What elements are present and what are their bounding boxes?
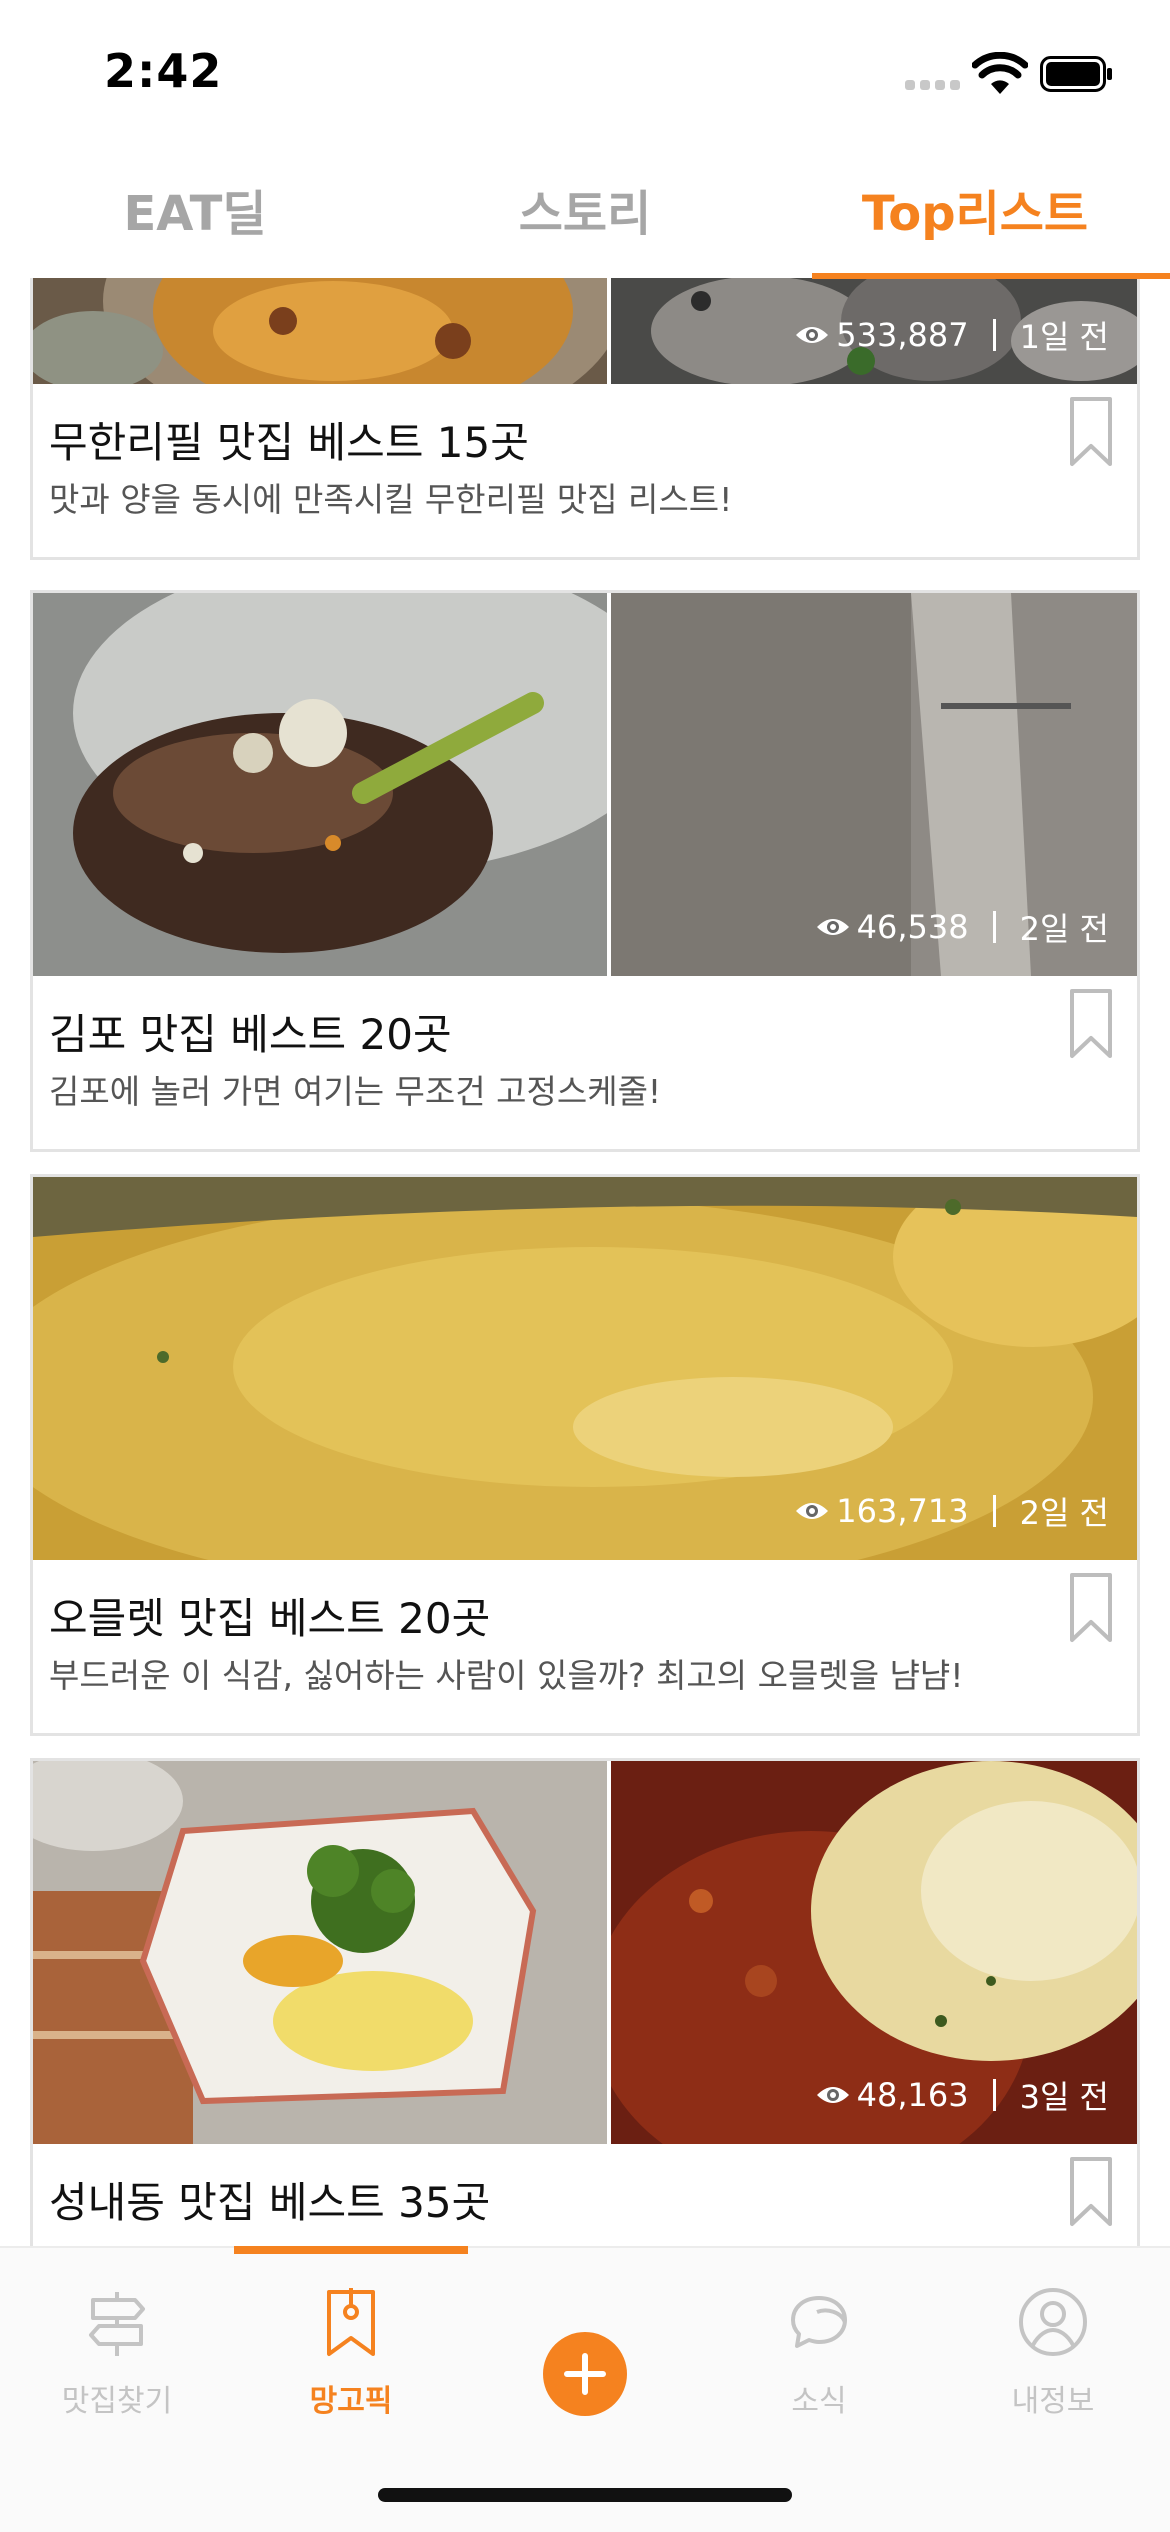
add-button[interactable] (543, 2332, 627, 2416)
eye-icon (796, 327, 829, 343)
bookmark-icon[interactable] (1069, 988, 1113, 1060)
tab-top-list[interactable]: Top리스트 (780, 140, 1170, 278)
eye-icon (796, 1503, 829, 1519)
chat-bubble-icon (791, 2296, 847, 2348)
list-card[interactable]: 533,887 1일 전 무한리필 맛집 베스트 15곳 맛과 양을 동시에 만… (30, 278, 1140, 560)
home-indicator (378, 2488, 792, 2502)
plus-icon (564, 2353, 606, 2395)
tab-story[interactable]: 스토리 (390, 140, 780, 278)
nav-item-news[interactable]: 소식 (702, 2268, 936, 2438)
stat-separator (992, 911, 996, 943)
card-title: 오믈렛 맛집 베스트 20곳 (49, 1594, 491, 1643)
stat-separator (992, 1495, 996, 1527)
cellular-signal-icon (905, 80, 961, 90)
list-card[interactable]: 163,713 2일 전 오믈렛 맛집 베스트 20곳 부드러운 이 식감, 싫… (30, 1174, 1140, 1736)
nav-label: 소식 (791, 2384, 847, 2419)
tab-eat-deal[interactable]: EAT딜 (0, 140, 390, 278)
card-title: 김포 맛집 베스트 20곳 (49, 1010, 452, 1059)
card-title: 성내동 맛집 베스트 35곳 (49, 2178, 491, 2227)
active-tab-indicator (812, 273, 1170, 279)
view-count: 46,538 (856, 908, 969, 946)
card-photo-collage: 163,713 2일 전 (33, 1177, 1137, 1560)
view-count: 48,163 (856, 2076, 969, 2114)
view-count: 533,887 (836, 316, 969, 354)
status-bar: 2:42 (0, 0, 1170, 140)
posted-time: 2일 전 (1019, 1494, 1109, 1532)
nav-label: 내정보 (1011, 2384, 1095, 2419)
food-photo (33, 1761, 607, 2144)
posted-time: 1일 전 (1019, 318, 1109, 356)
bookmark-tag-icon (327, 2288, 375, 2356)
posted-time: 3일 전 (1019, 2078, 1109, 2116)
bookmark-icon[interactable] (1069, 1572, 1113, 1644)
card-stats: 48,163 3일 전 (815, 2072, 1109, 2118)
active-nav-indicator (234, 2246, 468, 2254)
list-card[interactable]: 46,538 2일 전 김포 맛집 베스트 20곳 김포에 놀러 가면 여기는 … (30, 590, 1140, 1152)
eye-icon (816, 919, 849, 935)
top-tabs: EAT딜 스토리 Top리스트 (0, 140, 1170, 279)
profile-icon (1019, 2288, 1087, 2356)
posted-time: 2일 전 (1019, 910, 1109, 948)
card-stats: 533,887 1일 전 (794, 312, 1109, 358)
food-photo (33, 593, 607, 976)
card-photo-collage: 46,538 2일 전 (33, 593, 1137, 976)
card-photo-collage: 48,163 3일 전 (33, 1761, 1137, 2144)
nav-label: 망고픽 (309, 2384, 393, 2419)
top-list-feed[interactable]: 533,887 1일 전 무한리필 맛집 베스트 15곳 맛과 양을 동시에 만… (0, 278, 1170, 2246)
card-stats: 46,538 2일 전 (815, 904, 1109, 950)
list-card[interactable]: 48,163 3일 전 성내동 맛집 베스트 35곳 (30, 1758, 1140, 2246)
card-photo-collage: 533,887 1일 전 (33, 278, 1137, 384)
bookmark-icon[interactable] (1069, 2156, 1113, 2228)
stat-separator (992, 2079, 996, 2111)
nav-item-mango-pick[interactable]: 망고픽 (234, 2268, 468, 2438)
eye-icon (816, 2087, 849, 2103)
stat-separator (992, 319, 996, 351)
nav-item-my-info[interactable]: 내정보 (936, 2268, 1170, 2438)
food-photo (33, 278, 609, 384)
card-stats: 163,713 2일 전 (794, 1488, 1109, 1534)
battery-icon (1040, 56, 1112, 92)
signpost-icon (89, 2292, 145, 2356)
bookmark-icon[interactable] (1069, 396, 1113, 468)
nav-label: 맛집찾기 (61, 2384, 173, 2419)
status-time: 2:42 (104, 44, 223, 98)
wifi-icon (972, 52, 1028, 94)
card-title: 무한리필 맛집 베스트 15곳 (49, 418, 529, 467)
card-description: 부드러운 이 식감, 싫어하는 사람이 있을까? 최고의 오믈렛을 냠냠! (49, 1656, 964, 1695)
view-count: 163,713 (836, 1492, 969, 1530)
card-description: 맛과 양을 동시에 만족시킬 무한리필 맛집 리스트! (49, 480, 733, 519)
nav-item-find-restaurants[interactable]: 맛집찾기 (0, 2268, 234, 2438)
screen: 2:42 EAT딜 스토리 Top리스트 533,887 1일 전 무한리필 맛… (0, 0, 1170, 2532)
card-description: 김포에 놀러 가면 여기는 무조건 고정스케줄! (49, 1072, 662, 1111)
